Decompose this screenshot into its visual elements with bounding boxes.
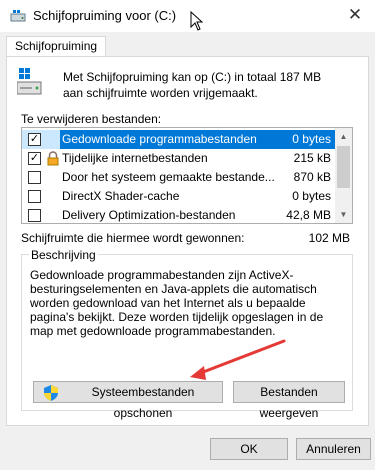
uac-shield-icon	[44, 385, 58, 401]
info-text: Met Schijfopruiming kan op (C:) in totaa…	[63, 70, 322, 100]
space-gain-label: Schijfruimte die hiermee wordt gewonnen:	[21, 231, 245, 245]
list-item-size: 870 kB	[293, 170, 331, 184]
cancel-button[interactable]: Annuleren	[296, 438, 371, 460]
files-list-label: Te verwijderen bestanden:	[21, 112, 162, 126]
list-item[interactable]: DirectX Shader-cache 0 bytes	[22, 187, 335, 206]
window-title: Schijfopruiming voor (C:)	[33, 8, 177, 23]
list-item-size: 215 kB	[293, 151, 331, 165]
checkbox-checked[interactable]: ✓	[28, 133, 41, 146]
checkbox[interactable]	[28, 209, 41, 222]
vertical-scrollbar[interactable]: ▲ ▼	[335, 128, 352, 223]
disk-cleanup-icon	[10, 10, 26, 22]
title-bar: Schijfopruiming voor (C:) ✕	[0, 0, 375, 32]
description-text: Gedownloade programmabestanden zijn Acti…	[30, 268, 324, 338]
close-icon[interactable]: ✕	[345, 5, 365, 25]
lock-icon	[47, 151, 59, 166]
checkbox[interactable]	[28, 171, 41, 184]
list-item[interactable]: Door het systeem gemaakte bestande... 87…	[22, 168, 335, 187]
checkbox[interactable]	[28, 190, 41, 203]
list-item-size: 0 bytes	[292, 189, 331, 203]
list-item[interactable]: ✓ Tijdelijke internetbestanden 215 kB	[22, 149, 335, 168]
view-files-button[interactable]: Bestanden weergeven	[233, 381, 345, 420]
tab-disk-cleanup[interactable]: Schijfopruiming	[6, 36, 107, 57]
ok-button[interactable]: OK	[210, 438, 288, 460]
space-gain-value: 102 MB	[308, 231, 350, 245]
drive-icon	[17, 68, 42, 95]
clean-system-files-label: Systeembestanden opschonen	[91, 385, 195, 420]
tab-bar: Schijfopruiming	[0, 32, 375, 57]
list-item-size: 0 bytes	[292, 132, 331, 146]
checkbox-checked[interactable]: ✓	[28, 152, 41, 165]
files-list[interactable]: ✓ Gedownloade programmabestanden 0 bytes…	[21, 127, 353, 224]
description-title: Beschrijving	[29, 248, 98, 262]
scroll-up-icon[interactable]: ▲	[335, 128, 352, 145]
list-item[interactable]: ✓ Gedownloade programmabestanden 0 bytes	[22, 130, 337, 149]
scroll-down-icon[interactable]: ▼	[335, 206, 352, 223]
list-item-size: 42,8 MB	[286, 208, 331, 222]
mouse-cursor-icon	[190, 11, 204, 31]
clean-system-files-button[interactable]: Systeembestanden opschonen	[33, 381, 223, 420]
list-item[interactable]: Delivery Optimization-bestanden 42,8 MB	[22, 206, 335, 223]
scrollbar-thumb[interactable]	[337, 146, 350, 188]
